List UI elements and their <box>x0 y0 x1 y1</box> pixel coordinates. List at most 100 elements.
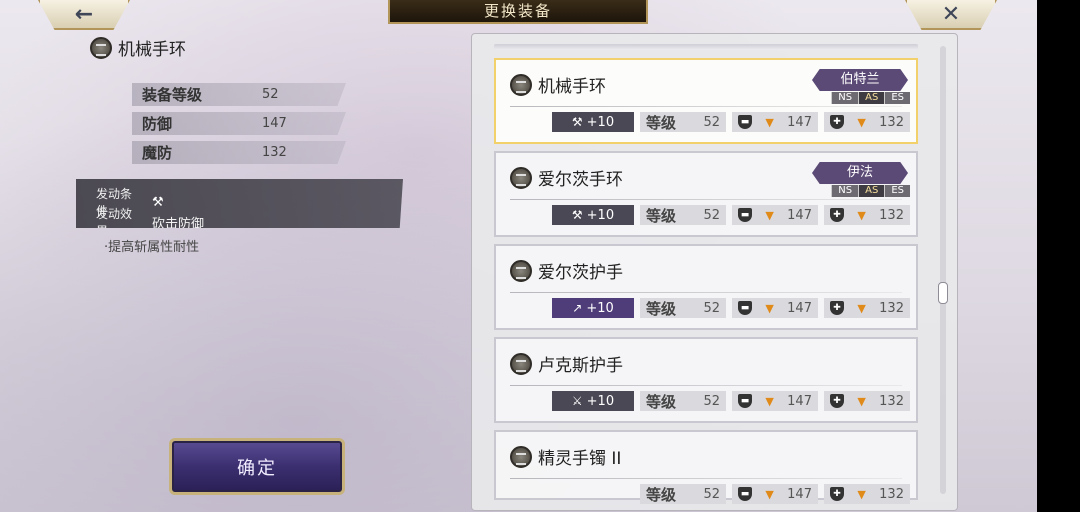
shield-icon: ▬ <box>738 487 752 501</box>
magic-shield-icon: ✚ <box>830 487 844 501</box>
card-divider <box>510 199 902 200</box>
equipment-card[interactable]: 精灵手镯 II 等级 52 ▬ ▼ 147 ✚ ▼ 132 <box>494 430 918 504</box>
scrollbar-thumb[interactable] <box>938 282 948 304</box>
owner-badge: 伯特兰 <box>812 69 908 91</box>
equipment-card[interactable]: 卢克斯护手 ⚔ +10 等级 52 ▬ ▼ 147 ✚ ▼ 132 <box>494 337 918 423</box>
list-top-divider <box>494 44 918 50</box>
sword-icon: ⚔ <box>571 394 583 408</box>
level-value: 52 <box>703 207 720 223</box>
defense-cell: ▬ ▼ 147 <box>732 112 818 132</box>
magic-defense-value: 132 <box>879 207 904 223</box>
bracelet-icon <box>90 36 112 59</box>
level-cell: 等级 52 <box>640 484 726 504</box>
tag-ns: NS <box>831 185 859 197</box>
wrench-icon: ⚒ <box>571 115 583 129</box>
trigger-effect-value: 砍击防御 <box>152 216 205 232</box>
trigger-info: 发动条件 ⚒ 发动效果 砍击防御 <box>76 179 403 228</box>
defense-value: 147 <box>787 393 812 409</box>
equipment-name: 卢克斯护手 <box>538 356 623 376</box>
level-label: 等级 <box>646 113 677 132</box>
magic-shield-icon: ✚ <box>830 301 844 315</box>
level-label: 等级 <box>646 206 677 225</box>
screen-edge-bar <box>1037 0 1080 512</box>
equipment-name: 爱尔茨手环 <box>538 170 623 190</box>
defense-value: 147 <box>787 207 812 223</box>
wrench-icon: ⚒ <box>571 208 583 222</box>
close-button[interactable]: ✕ <box>905 0 997 30</box>
level-value: 52 <box>703 114 720 130</box>
level-cell: 等级 52 <box>640 112 726 132</box>
bracelet-icon <box>510 73 532 96</box>
level-value: 52 <box>703 300 720 316</box>
magic-defense-value: 132 <box>879 486 904 502</box>
effect-note: ·提高斩属性耐性 <box>104 240 200 255</box>
magic-shield-icon: ✚ <box>830 394 844 408</box>
down-arrow-icon: ▼ <box>857 115 866 129</box>
shield-icon: ▬ <box>738 394 752 408</box>
defense-value: 147 <box>787 114 812 130</box>
down-arrow-icon: ▼ <box>765 301 774 315</box>
card-divider <box>510 106 902 107</box>
level-label: 等级 <box>646 485 677 504</box>
stat-value: 132 <box>262 145 287 160</box>
equipment-name: 精灵手镯 II <box>538 449 622 469</box>
bracelet-icon <box>510 259 532 282</box>
stat-defense: 防御 147 <box>132 112 346 135</box>
level-label: 等级 <box>646 392 677 411</box>
down-arrow-icon: ▼ <box>765 208 774 222</box>
down-arrow-icon: ▼ <box>857 208 866 222</box>
upgrade-badge: ⚒ +10 <box>552 112 634 132</box>
magic-defense-value: 132 <box>879 393 904 409</box>
owner-badge: 伊法 <box>812 162 908 184</box>
tag-es: ES <box>884 92 910 104</box>
back-button[interactable]: ← <box>38 0 130 30</box>
upgrade-value: +10 <box>586 393 615 409</box>
card-divider <box>510 292 902 293</box>
upgrade-value: +10 <box>586 114 615 130</box>
stat-value: 147 <box>262 116 287 131</box>
magic-defense-value: 132 <box>879 300 904 316</box>
down-arrow-icon: ▼ <box>765 115 774 129</box>
scrollbar-track[interactable] <box>940 46 946 494</box>
tag-as: AS <box>858 92 885 104</box>
tag-ns: NS <box>831 92 859 104</box>
stat-value: 52 <box>262 87 279 102</box>
magic-defense-cell: ✚ ▼ 132 <box>824 298 910 318</box>
down-arrow-icon: ▼ <box>765 487 774 501</box>
level-value: 52 <box>703 486 720 502</box>
down-arrow-icon: ▼ <box>765 394 774 408</box>
defense-cell: ▬ ▼ 147 <box>732 391 818 411</box>
arrow-icon: ↗ <box>572 301 583 315</box>
equipment-card[interactable]: 机械手环 伯特兰 NS AS ES ⚒ +10 等级 52 ▬ ▼ 147 ✚ <box>494 58 918 144</box>
magic-defense-value: 132 <box>879 114 904 130</box>
bracelet-icon <box>510 166 532 189</box>
stat-label: 魔防 <box>142 144 173 162</box>
level-cell: 等级 52 <box>640 298 726 318</box>
magic-shield-icon: ✚ <box>830 115 844 129</box>
upgrade-badge: ⚔ +10 <box>552 391 634 411</box>
level-cell: 等级 52 <box>640 391 726 411</box>
level-label: 等级 <box>646 299 677 318</box>
card-divider <box>510 478 902 479</box>
back-arrow-icon: ← <box>74 1 94 27</box>
close-icon: ✕ <box>941 1 961 27</box>
equipment-card[interactable]: 爱尔茨护手 ↗ +10 等级 52 ▬ ▼ 147 ✚ ▼ 132 <box>494 244 918 330</box>
defense-value: 147 <box>787 300 812 316</box>
card-divider <box>510 385 902 386</box>
confirm-button[interactable]: 确定 <box>169 438 345 495</box>
upgrade-value: +10 <box>586 207 615 223</box>
upgrade-value: +10 <box>586 300 614 316</box>
game-screen: ← 更换装备 ✕ 机械手环 装备等级 52 防御 147 魔防 132 发动条件… <box>0 0 1037 512</box>
bracelet-icon <box>510 352 532 375</box>
magic-defense-cell: ✚ ▼ 132 <box>824 484 910 504</box>
shield-icon: ▬ <box>738 115 752 129</box>
defense-cell: ▬ ▼ 147 <box>732 298 818 318</box>
stat-label: 防御 <box>142 115 173 133</box>
equipment-name: 机械手环 <box>538 77 606 97</box>
defense-cell: ▬ ▼ 147 <box>732 205 818 225</box>
level-value: 52 <box>703 393 720 409</box>
equipment-card[interactable]: 爱尔茨手环 伊法 NS AS ES ⚒ +10 等级 52 ▬ ▼ 147 ✚ <box>494 151 918 237</box>
style-tags: NS AS ES <box>831 92 910 104</box>
tag-as: AS <box>858 185 885 197</box>
level-cell: 等级 52 <box>640 205 726 225</box>
